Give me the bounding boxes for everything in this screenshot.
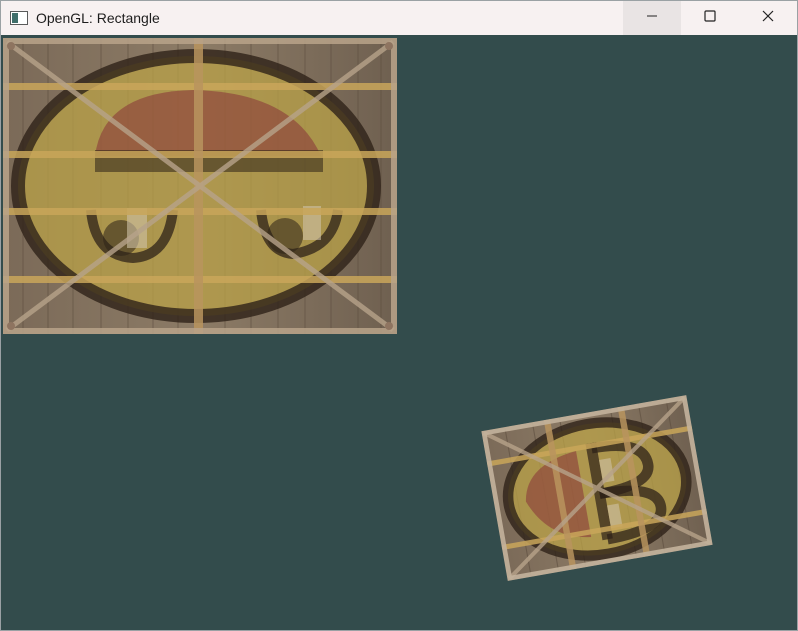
- close-icon: [761, 9, 775, 28]
- crate-with-face-large: [3, 38, 397, 334]
- opengl-viewport[interactable]: [1, 35, 797, 630]
- minimize-button[interactable]: [623, 1, 681, 35]
- minimize-icon: [645, 9, 659, 28]
- close-button[interactable]: [739, 1, 797, 35]
- title-bar[interactable]: OpenGL: Rectangle: [1, 1, 797, 35]
- window-controls: [623, 1, 797, 35]
- crate-with-face-small: [481, 395, 713, 581]
- window-title: OpenGL: Rectangle: [36, 10, 160, 26]
- maximize-icon: [703, 9, 717, 28]
- maximize-button[interactable]: [681, 1, 739, 35]
- opengl-window-icon: [9, 8, 29, 28]
- app-window: OpenGL: Rectangle: [0, 0, 798, 631]
